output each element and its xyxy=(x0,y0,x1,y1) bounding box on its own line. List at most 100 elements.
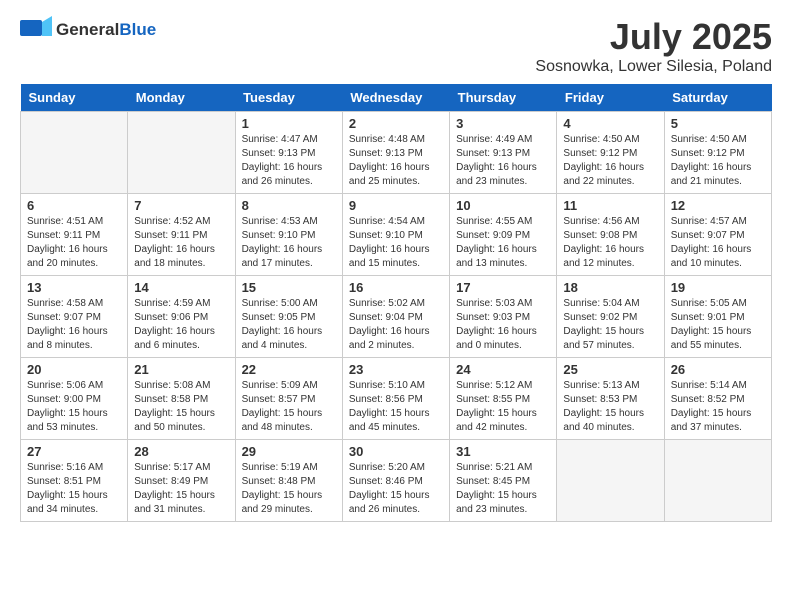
day-detail: Sunrise: 5:08 AM Sunset: 8:58 PM Dayligh… xyxy=(134,379,228,435)
day-number: 25 xyxy=(563,362,657,377)
month-title: July 2025 xyxy=(535,16,772,58)
calendar-cell xyxy=(21,112,128,194)
day-number: 1 xyxy=(242,116,336,131)
day-number: 9 xyxy=(349,198,443,213)
day-number: 4 xyxy=(563,116,657,131)
calendar-cell: 21 Sunrise: 5:08 AM Sunset: 8:58 PM Dayli… xyxy=(128,358,235,440)
calendar-cell: 4Sunrise: 4:50 AM Sunset: 9:12 PM Daylig… xyxy=(557,112,664,194)
logo-general-text: General xyxy=(56,20,119,39)
day-detail: Sunrise: 4:53 AM Sunset: 9:10 PM Dayligh… xyxy=(242,215,336,271)
day-number: 27 xyxy=(27,444,121,459)
day-number: 31 xyxy=(456,444,550,459)
day-number: 19 xyxy=(671,280,765,295)
day-number: 7 xyxy=(134,198,228,213)
day-detail: Sunrise: 5:13 AM Sunset: 8:53 PM Dayligh… xyxy=(563,379,657,435)
title-section: July 2025 Sosnowka, Lower Silesia, Polan… xyxy=(535,16,772,76)
calendar-cell: 6 Sunrise: 4:51 AM Sunset: 9:11 PM Daylig… xyxy=(21,194,128,276)
weekday-header-thursday: Thursday xyxy=(450,84,557,112)
day-detail: Sunrise: 5:03 AM Sunset: 9:03 PM Dayligh… xyxy=(456,297,550,353)
day-number: 30 xyxy=(349,444,443,459)
calendar-cell xyxy=(557,440,664,522)
calendar-cell: 20Sunrise: 5:06 AM Sunset: 9:00 PM Dayli… xyxy=(21,358,128,440)
day-number: 16 xyxy=(349,280,443,295)
day-detail: Sunrise: 5:14 AM Sunset: 8:52 PM Dayligh… xyxy=(671,379,765,435)
day-detail: Sunrise: 5:06 AM Sunset: 9:00 PM Dayligh… xyxy=(27,379,121,435)
calendar-cell: 12Sunrise: 4:57 AM Sunset: 9:07 PM Dayli… xyxy=(664,194,771,276)
day-detail: Sunrise: 5:09 AM Sunset: 8:57 PM Dayligh… xyxy=(242,379,336,435)
day-detail: Sunrise: 5:05 AM Sunset: 9:01 PM Dayligh… xyxy=(671,297,765,353)
day-number: 6 xyxy=(27,198,121,213)
calendar-cell: 15 Sunrise: 5:00 AM Sunset: 9:05 PM Dayli… xyxy=(235,276,342,358)
day-detail: Sunrise: 4:59 AM Sunset: 9:06 PM Dayligh… xyxy=(134,297,228,353)
day-number: 26 xyxy=(671,362,765,377)
calendar-cell: 3 Sunrise: 4:49 AM Sunset: 9:13 PM Daylig… xyxy=(450,112,557,194)
weekday-header-saturday: Saturday xyxy=(664,84,771,112)
day-detail: Sunrise: 4:47 AM Sunset: 9:13 PM Dayligh… xyxy=(242,133,336,189)
calendar-cell: 24 Sunrise: 5:12 AM Sunset: 8:55 PM Dayli… xyxy=(450,358,557,440)
day-number: 21 xyxy=(134,362,228,377)
day-detail: Sunrise: 5:20 AM Sunset: 8:46 PM Dayligh… xyxy=(349,461,443,517)
day-detail: Sunrise: 5:00 AM Sunset: 9:05 PM Dayligh… xyxy=(242,297,336,353)
logo: GeneralBlue xyxy=(20,16,156,44)
page-header: GeneralBlue July 2025 Sosnowka, Lower Si… xyxy=(20,16,772,76)
calendar-cell: 18 Sunrise: 5:04 AM Sunset: 9:02 PM Dayli… xyxy=(557,276,664,358)
calendar-cell: 25 Sunrise: 5:13 AM Sunset: 8:53 PM Dayli… xyxy=(557,358,664,440)
logo-icon xyxy=(20,16,52,44)
day-detail: Sunrise: 4:50 AM Sunset: 9:12 PM Dayligh… xyxy=(671,133,765,189)
day-detail: Sunrise: 4:58 AM Sunset: 9:07 PM Dayligh… xyxy=(27,297,121,353)
day-detail: Sunrise: 5:04 AM Sunset: 9:02 PM Dayligh… xyxy=(563,297,657,353)
day-number: 23 xyxy=(349,362,443,377)
calendar-cell: 28 Sunrise: 5:17 AM Sunset: 8:49 PM Dayli… xyxy=(128,440,235,522)
weekday-header-wednesday: Wednesday xyxy=(342,84,449,112)
day-number: 3 xyxy=(456,116,550,131)
day-number: 8 xyxy=(242,198,336,213)
day-number: 24 xyxy=(456,362,550,377)
day-number: 18 xyxy=(563,280,657,295)
calendar-cell: 9 Sunrise: 4:54 AM Sunset: 9:10 PM Daylig… xyxy=(342,194,449,276)
calendar-cell: 17 Sunrise: 5:03 AM Sunset: 9:03 PM Dayli… xyxy=(450,276,557,358)
calendar-cell: 16 Sunrise: 5:02 AM Sunset: 9:04 PM Dayli… xyxy=(342,276,449,358)
weekday-header-tuesday: Tuesday xyxy=(235,84,342,112)
day-detail: Sunrise: 5:10 AM Sunset: 8:56 PM Dayligh… xyxy=(349,379,443,435)
calendar-cell: 1 Sunrise: 4:47 AM Sunset: 9:13 PM Daylig… xyxy=(235,112,342,194)
weekday-header-friday: Friday xyxy=(557,84,664,112)
calendar-cell xyxy=(128,112,235,194)
day-detail: Sunrise: 4:54 AM Sunset: 9:10 PM Dayligh… xyxy=(349,215,443,271)
weekday-header-monday: Monday xyxy=(128,84,235,112)
week-row-5: 27Sunrise: 5:16 AM Sunset: 8:51 PM Dayli… xyxy=(21,440,772,522)
day-detail: Sunrise: 5:19 AM Sunset: 8:48 PM Dayligh… xyxy=(242,461,336,517)
week-row-3: 13 Sunrise: 4:58 AM Sunset: 9:07 PM Dayli… xyxy=(21,276,772,358)
day-number: 15 xyxy=(242,280,336,295)
calendar-cell: 19 Sunrise: 5:05 AM Sunset: 9:01 PM Dayli… xyxy=(664,276,771,358)
day-number: 11 xyxy=(563,198,657,213)
week-row-1: 1 Sunrise: 4:47 AM Sunset: 9:13 PM Daylig… xyxy=(21,112,772,194)
day-number: 28 xyxy=(134,444,228,459)
calendar-table: SundayMondayTuesdayWednesdayThursdayFrid… xyxy=(20,84,772,522)
day-detail: Sunrise: 5:02 AM Sunset: 9:04 PM Dayligh… xyxy=(349,297,443,353)
calendar-cell: 8 Sunrise: 4:53 AM Sunset: 9:10 PM Daylig… xyxy=(235,194,342,276)
day-number: 17 xyxy=(456,280,550,295)
calendar-cell: 5 Sunrise: 4:50 AM Sunset: 9:12 PM Daylig… xyxy=(664,112,771,194)
day-number: 14 xyxy=(134,280,228,295)
day-detail: Sunrise: 4:55 AM Sunset: 9:09 PM Dayligh… xyxy=(456,215,550,271)
day-number: 5 xyxy=(671,116,765,131)
calendar-cell: 13 Sunrise: 4:58 AM Sunset: 9:07 PM Dayli… xyxy=(21,276,128,358)
day-number: 13 xyxy=(27,280,121,295)
location-text: Sosnowka, Lower Silesia, Poland xyxy=(535,58,772,76)
day-detail: Sunrise: 5:12 AM Sunset: 8:55 PM Dayligh… xyxy=(456,379,550,435)
calendar-cell: 22Sunrise: 5:09 AM Sunset: 8:57 PM Dayli… xyxy=(235,358,342,440)
day-detail: Sunrise: 4:48 AM Sunset: 9:13 PM Dayligh… xyxy=(349,133,443,189)
calendar-cell: 14 Sunrise: 4:59 AM Sunset: 9:06 PM Dayli… xyxy=(128,276,235,358)
day-detail: Sunrise: 4:56 AM Sunset: 9:08 PM Dayligh… xyxy=(563,215,657,271)
day-detail: Sunrise: 4:57 AM Sunset: 9:07 PM Dayligh… xyxy=(671,215,765,271)
day-detail: Sunrise: 4:51 AM Sunset: 9:11 PM Dayligh… xyxy=(27,215,121,271)
calendar-cell: 10Sunrise: 4:55 AM Sunset: 9:09 PM Dayli… xyxy=(450,194,557,276)
day-detail: Sunrise: 5:17 AM Sunset: 8:49 PM Dayligh… xyxy=(134,461,228,517)
day-detail: Sunrise: 4:49 AM Sunset: 9:13 PM Dayligh… xyxy=(456,133,550,189)
calendar-cell: 2Sunrise: 4:48 AM Sunset: 9:13 PM Daylig… xyxy=(342,112,449,194)
weekday-header-sunday: Sunday xyxy=(21,84,128,112)
day-detail: Sunrise: 5:21 AM Sunset: 8:45 PM Dayligh… xyxy=(456,461,550,517)
day-number: 29 xyxy=(242,444,336,459)
week-row-4: 20Sunrise: 5:06 AM Sunset: 9:00 PM Dayli… xyxy=(21,358,772,440)
weekday-header-row: SundayMondayTuesdayWednesdayThursdayFrid… xyxy=(21,84,772,112)
